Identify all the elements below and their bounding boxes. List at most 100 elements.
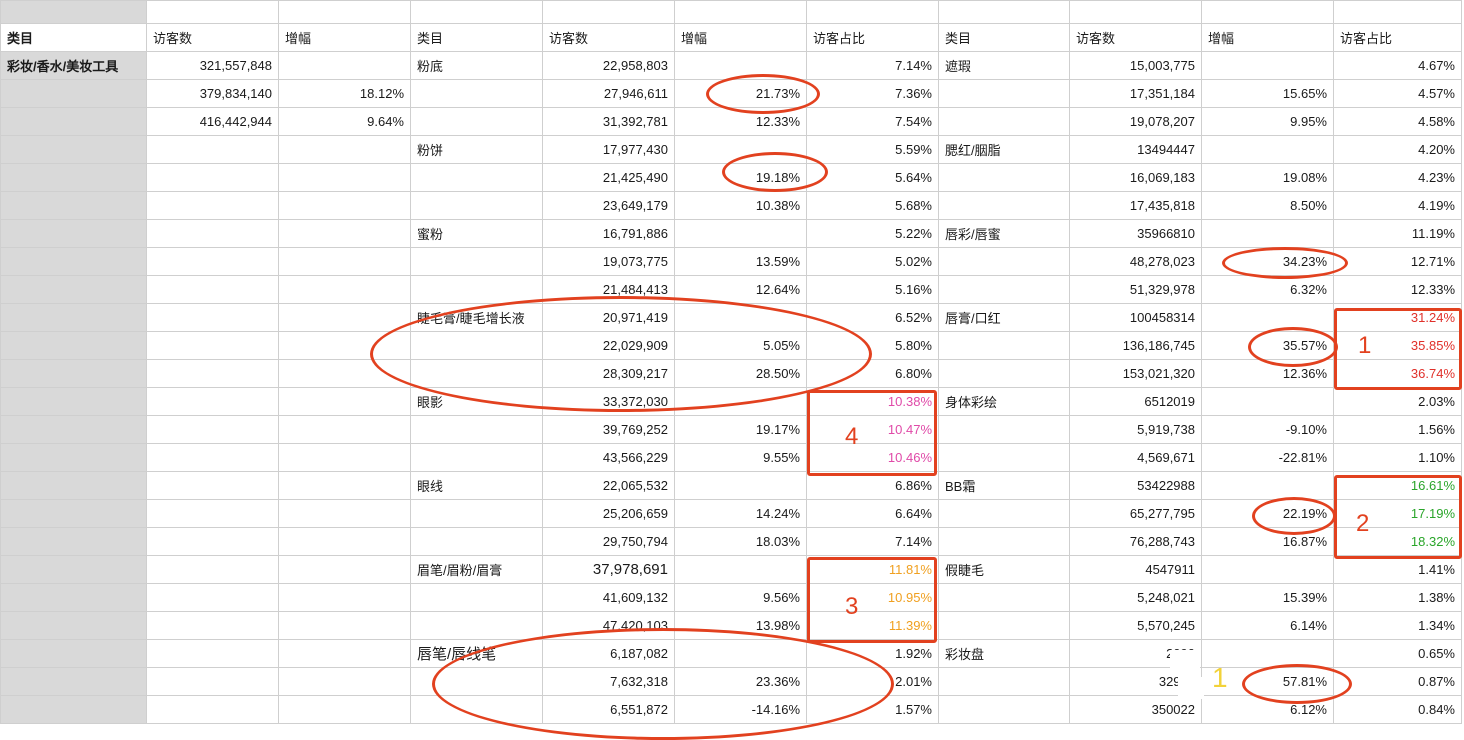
cell-sub2-growth[interactable]: 6.12% — [1201, 695, 1334, 724]
header-cell-growth[interactable]: 增幅 — [278, 23, 411, 52]
cell-sub2-growth[interactable]: 15.39% — [1201, 583, 1334, 612]
cell-sub-growth[interactable] — [674, 555, 807, 584]
cell-growth[interactable] — [278, 471, 411, 500]
cell-sub2-growth[interactable]: 57.81% — [1201, 667, 1334, 696]
cell-sub-category[interactable]: 眼影 — [410, 387, 543, 416]
column-header-a[interactable] — [0, 0, 147, 24]
cell-sub2-share[interactable]: 4.57% — [1333, 79, 1462, 108]
cell-growth[interactable] — [278, 499, 411, 528]
cell-sub-share[interactable]: 11.81% — [806, 555, 939, 584]
cell-sub2-category[interactable] — [938, 191, 1070, 220]
cell-visitors[interactable] — [146, 695, 279, 724]
cell-sub-share[interactable]: 5.68% — [806, 191, 939, 220]
cell-sub-visitors[interactable]: 22,065,532 — [542, 471, 675, 500]
cell-sub2-category[interactable]: BB霜 — [938, 471, 1070, 500]
cell-sub2-share[interactable]: 0.65% — [1333, 639, 1462, 668]
cell-visitors[interactable] — [146, 219, 279, 248]
cell-sub2-share[interactable]: 4.58% — [1333, 107, 1462, 136]
column-header-f[interactable] — [674, 0, 807, 24]
cell-visitors[interactable]: 379,834,140 — [146, 79, 279, 108]
cell-growth[interactable] — [278, 275, 411, 304]
cell-visitors[interactable] — [146, 667, 279, 696]
cell-sub-visitors[interactable]: 41,609,132 — [542, 583, 675, 612]
cell-sub-visitors[interactable]: 27,946,611 — [542, 79, 675, 108]
cell-sub-growth[interactable]: 13.59% — [674, 247, 807, 276]
cell-sub2-growth[interactable]: 6.32% — [1201, 275, 1334, 304]
cell-sub2-share[interactable]: 4.67% — [1333, 51, 1462, 80]
cell-sub2-growth[interactable] — [1201, 639, 1334, 668]
cell-sub-category[interactable] — [410, 443, 543, 472]
cell-visitors[interactable] — [146, 527, 279, 556]
cell-sub-visitors[interactable]: 19,073,775 — [542, 247, 675, 276]
cell-growth[interactable] — [278, 135, 411, 164]
cell-sub-category[interactable] — [410, 331, 543, 360]
cell-sub2-share[interactable]: 4.20% — [1333, 135, 1462, 164]
cell-sub2-category[interactable] — [938, 163, 1070, 192]
header-cell-sub-share[interactable]: 访客占比 — [806, 23, 939, 52]
cell-category[interactable] — [0, 219, 147, 248]
cell-sub-growth[interactable]: -14.16% — [674, 695, 807, 724]
cell-sub-category[interactable]: 蜜粉 — [410, 219, 543, 248]
cell-sub-growth[interactable]: 13.98% — [674, 611, 807, 640]
cell-sub2-category[interactable]: 身体彩绘 — [938, 387, 1070, 416]
cell-sub-visitors[interactable]: 43,566,229 — [542, 443, 675, 472]
cell-sub-growth[interactable]: 12.33% — [674, 107, 807, 136]
cell-sub2-category[interactable] — [938, 583, 1070, 612]
cell-sub2-share[interactable]: 0.84% — [1333, 695, 1462, 724]
cell-growth[interactable]: 9.64% — [278, 107, 411, 136]
cell-visitors[interactable] — [146, 471, 279, 500]
cell-visitors[interactable] — [146, 135, 279, 164]
cell-sub2-visitors[interactable]: 350022 — [1069, 695, 1202, 724]
cell-visitors[interactable] — [146, 555, 279, 584]
cell-sub-growth[interactable]: 5.05% — [674, 331, 807, 360]
cell-sub-growth[interactable]: 19.18% — [674, 163, 807, 192]
cell-sub-category[interactable] — [410, 583, 543, 612]
cell-growth[interactable] — [278, 359, 411, 388]
cell-sub2-share[interactable]: 4.19% — [1333, 191, 1462, 220]
cell-sub-share[interactable]: 5.16% — [806, 275, 939, 304]
cell-sub-visitors[interactable]: 33,372,030 — [542, 387, 675, 416]
cell-growth[interactable] — [278, 191, 411, 220]
column-header-i[interactable] — [1069, 0, 1202, 24]
cell-sub2-category[interactable] — [938, 331, 1070, 360]
cell-sub-category[interactable]: 眉笔/眉粉/眉膏 — [410, 555, 543, 584]
cell-sub2-visitors[interactable]: 6512019 — [1069, 387, 1202, 416]
cell-sub-growth[interactable]: 23.36% — [674, 667, 807, 696]
cell-sub2-growth[interactable]: 9.95% — [1201, 107, 1334, 136]
cell-sub-share[interactable]: 1.92% — [806, 639, 939, 668]
cell-sub-share[interactable]: 6.86% — [806, 471, 939, 500]
header-cell-sub-growth[interactable]: 增幅 — [674, 23, 807, 52]
cell-sub2-growth[interactable]: -9.10% — [1201, 415, 1334, 444]
cell-growth[interactable] — [278, 219, 411, 248]
cell-sub2-growth[interactable]: 35.57% — [1201, 331, 1334, 360]
cell-sub-growth[interactable]: 10.38% — [674, 191, 807, 220]
cell-sub2-share[interactable]: 35.85% — [1333, 331, 1462, 360]
cell-sub2-share[interactable]: 31.24% — [1333, 303, 1462, 332]
column-header-b[interactable] — [146, 0, 279, 24]
cell-sub2-visitors[interactable]: 16,069,183 — [1069, 163, 1202, 192]
cell-sub2-growth[interactable] — [1201, 555, 1334, 584]
cell-visitors[interactable] — [146, 247, 279, 276]
cell-growth[interactable] — [278, 303, 411, 332]
cell-category[interactable] — [0, 163, 147, 192]
header-cell-sub-category[interactable]: 类目 — [410, 23, 543, 52]
cell-category[interactable] — [0, 611, 147, 640]
cell-sub2-category[interactable]: 唇彩/唇蜜 — [938, 219, 1070, 248]
cell-visitors[interactable] — [146, 331, 279, 360]
cell-sub-visitors[interactable]: 22,958,803 — [542, 51, 675, 80]
cell-sub2-share[interactable]: 1.10% — [1333, 443, 1462, 472]
cell-sub2-category[interactable]: 彩妆盘 — [938, 639, 1070, 668]
cell-sub-growth[interactable]: 19.17% — [674, 415, 807, 444]
header-cell-sub2-share[interactable]: 访客占比 — [1333, 23, 1462, 52]
cell-sub2-visitors[interactable]: 17,351,184 — [1069, 79, 1202, 108]
cell-sub-growth[interactable] — [674, 135, 807, 164]
cell-sub2-growth[interactable] — [1201, 471, 1334, 500]
cell-sub-share[interactable]: 7.14% — [806, 527, 939, 556]
cell-visitors[interactable] — [146, 387, 279, 416]
cell-visitors[interactable] — [146, 415, 279, 444]
cell-sub-growth[interactable] — [674, 387, 807, 416]
cell-category[interactable] — [0, 555, 147, 584]
cell-sub-category[interactable]: 唇笔/唇线笔 — [410, 639, 543, 668]
cell-growth[interactable] — [278, 639, 411, 668]
cell-sub2-visitors[interactable]: 76,288,743 — [1069, 527, 1202, 556]
